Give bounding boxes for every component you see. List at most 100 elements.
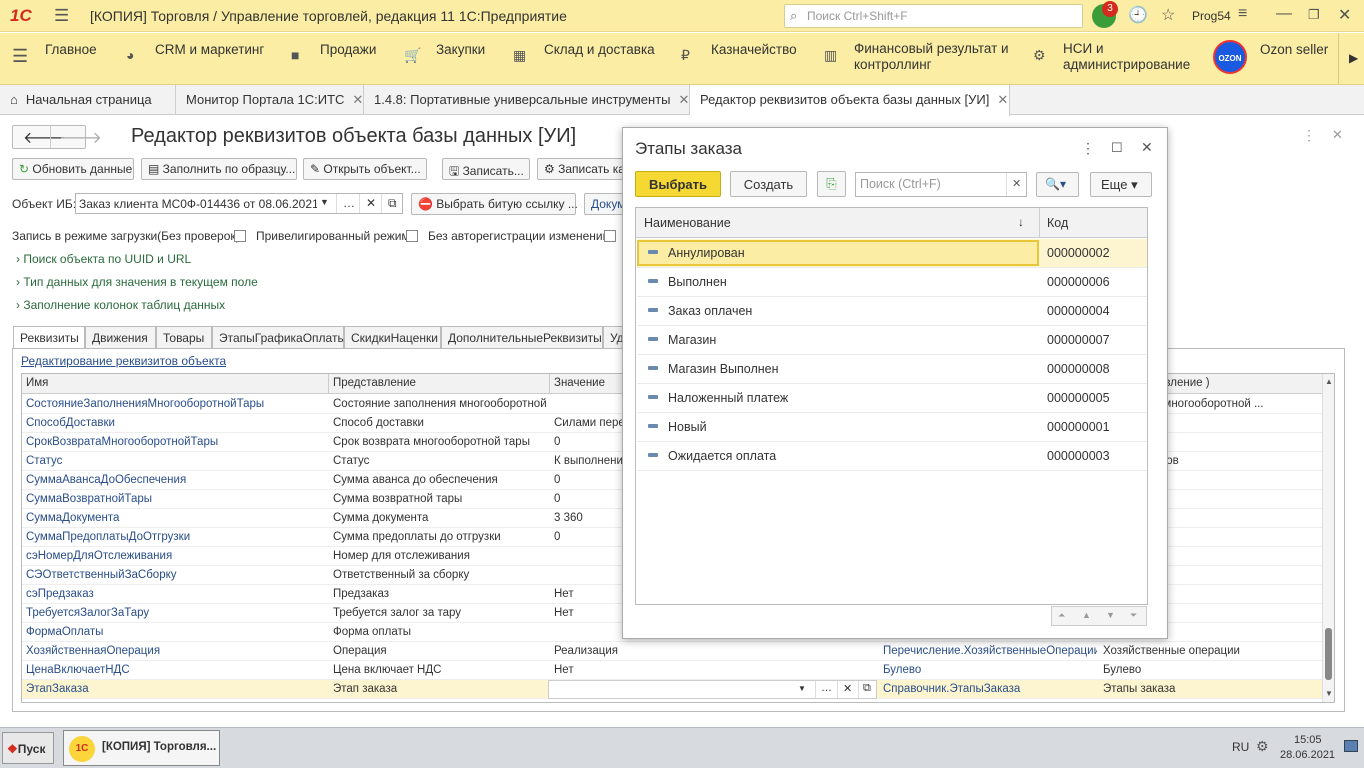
col-name[interactable]: Имя [26, 377, 48, 389]
subtab-discounts[interactable]: СкидкиНаценки [344, 326, 441, 348]
sort-down-icon[interactable]: ↓ [1018, 215, 1024, 229]
value-edit-field[interactable]: ▼ … ✕ ⧉ [548, 680, 877, 699]
close-tab-icon[interactable]: ✕ [997, 92, 1008, 107]
menu-item-sales[interactable]: Продажи [320, 42, 376, 58]
list-item[interactable]: Магазин Выполнен 000000008 [637, 355, 1147, 384]
list-item[interactable]: Магазин 000000007 [637, 326, 1147, 355]
expander-data-type[interactable]: › Тип данных для значения в текущем поле [16, 275, 258, 289]
settings-icon[interactable]: ≡ [1238, 5, 1247, 23]
scroll-up-icon[interactable]: ▲ [1325, 377, 1333, 386]
menu-item-ozon[interactable]: Ozon seller [1260, 42, 1328, 58]
clear-icon[interactable]: ✕ [837, 681, 857, 698]
table-row[interactable]: ХозяйственнаяОперация Операция Реализация П… [22, 642, 1322, 661]
minimize-icon[interactable]: — [1276, 5, 1292, 23]
copy-icon[interactable]: ⎘ [817, 171, 846, 197]
subtab-extra-attributes[interactable]: ДополнительныеРеквизиты [441, 326, 603, 348]
clear-icon[interactable]: ✕ [359, 194, 382, 213]
col-stage-code[interactable]: Код [1047, 216, 1068, 230]
col-representation[interactable]: Представление [333, 377, 416, 389]
close-icon[interactable]: ✕ [1338, 5, 1351, 25]
forward-arrow-icon[interactable]: 🡒 [59, 127, 102, 148]
col-stage-name[interactable]: Наименование [644, 216, 731, 230]
menu-item-nsi[interactable]: НСИ и администрирование [1063, 41, 1190, 73]
scroll-thumb[interactable] [1325, 628, 1332, 680]
table-row[interactable]: ЦенаВключаетНДС Цена включает НДС Нет Булев… [22, 661, 1322, 680]
stage-name: Магазин [668, 333, 717, 347]
fill-by-sample-button[interactable]: ▤ Заполнить по образцу... [141, 158, 297, 180]
create-button[interactable]: Создать [730, 171, 807, 197]
list-item[interactable]: Выполнен 000000006 [637, 268, 1147, 297]
subtab-more[interactable]: Уд [603, 326, 623, 348]
more-button[interactable]: Еще ▾ [1090, 172, 1152, 197]
menu-scroll-right-icon[interactable]: ▶ [1338, 33, 1364, 84]
down-icon[interactable]: ▼ [1106, 610, 1115, 620]
object-field[interactable]: Заказ клиента МС0Ф-014436 от 08.06.2021 … [75, 193, 403, 214]
tab-home[interactable]: ⌂ Начальная страница [0, 85, 176, 115]
select-button[interactable]: Выбрать [635, 171, 721, 197]
language-indicator[interactable]: RU [1232, 740, 1249, 754]
broken-link-button[interactable]: ⛔ Выбрать битую ссылку ... [411, 193, 578, 215]
subtab-goods[interactable]: Товары [156, 326, 212, 348]
table-scrollbar[interactable]: ▲ ▼ [1322, 374, 1334, 702]
no-autoreg-checkbox[interactable] [604, 230, 616, 242]
write-as-button[interactable]: ⚙ Записать ка [537, 158, 627, 180]
dropdown-icon[interactable]: ▼ [798, 684, 806, 693]
dialog-maximize-icon[interactable]: ☐ [1111, 140, 1123, 156]
dialog-more-icon[interactable]: ⋮ [1081, 140, 1095, 157]
history-icon[interactable]: 🕘 [1128, 5, 1148, 25]
tab-attribute-editor[interactable]: Редактор реквизитов объекта базы данных … [690, 85, 1010, 116]
refresh-button[interactable]: ↻ Обновить данные [12, 158, 134, 180]
dialog-search-input[interactable]: Поиск (Ctrl+F) ✕ [855, 172, 1027, 197]
show-desktop-icon[interactable] [1344, 740, 1358, 752]
restore-icon[interactable]: ❐ [1308, 7, 1320, 23]
privileged-checkbox[interactable] [406, 230, 418, 242]
expander-uuid-search[interactable]: › Поиск объекта по UUID и URL [16, 252, 191, 266]
write-button[interactable]: 🖫 Записать... [442, 158, 530, 180]
select-icon[interactable]: … [815, 681, 837, 698]
first-icon[interactable]: ⏶ [1058, 610, 1065, 621]
subtab-movements[interactable]: Движения [85, 326, 156, 348]
list-item[interactable]: Новый 000000001 [637, 413, 1147, 442]
menu-item-main[interactable]: Главное [45, 42, 97, 58]
subtab-attributes[interactable]: Реквизиты [13, 326, 85, 349]
menu-item-finance[interactable]: Финансовый результат и контроллинг [854, 41, 1009, 73]
menu-item-warehouse[interactable]: Склад и доставка [544, 42, 655, 58]
list-item[interactable]: Заказ оплачен 000000004 [637, 297, 1147, 326]
close-tab-icon[interactable]: ✕ [679, 92, 690, 107]
search-options-icon[interactable]: 🔍▾ [1036, 172, 1079, 197]
edit-attributes-link[interactable]: Редактирование реквизитов объекта [21, 354, 226, 368]
open-object-button[interactable]: ✎ Открыть объект... [303, 158, 427, 180]
close-tab-icon[interactable]: ✕ [352, 92, 363, 107]
form-close-icon[interactable]: ✕ [1332, 127, 1343, 143]
clear-search-icon[interactable]: ✕ [1006, 173, 1026, 196]
list-item[interactable]: Аннулирован 000000002 [637, 239, 1147, 268]
user-name[interactable]: Prog54 [1192, 9, 1231, 23]
global-search-input[interactable]: ⌕ Поиск Ctrl+Shift+F [784, 4, 1083, 28]
tab-its-monitor[interactable]: Монитор Портала 1С:ИТС ✕ [176, 85, 364, 115]
load-mode-checkbox[interactable] [234, 230, 246, 242]
up-icon[interactable]: ▲ [1082, 610, 1091, 620]
main-menu-icon[interactable]: ☰ [54, 6, 69, 26]
dialog-close-icon[interactable]: ✕ [1141, 139, 1153, 156]
menu-item-crm[interactable]: CRM и маркетинг [155, 42, 264, 58]
subtab-payment-schedule[interactable]: ЭтапыГрафикаОплаты [212, 326, 346, 348]
taskbar-app-1c[interactable]: 1С [КОПИЯ] Торговля... [63, 730, 220, 766]
favorites-icon[interactable]: ☆ [1161, 5, 1175, 25]
start-button[interactable]: ❖Пуск [2, 732, 54, 764]
menu-item-purchases[interactable]: Закупки [436, 42, 485, 58]
open-link-icon[interactable]: ⧉ [381, 194, 403, 213]
select-icon[interactable]: … [336, 194, 361, 213]
document-button[interactable]: Докум [584, 193, 624, 215]
list-item[interactable]: Ожидается оплата 000000003 [637, 442, 1147, 471]
list-item[interactable]: Наложенный платеж 000000005 [637, 384, 1147, 413]
open-link-icon[interactable]: ⧉ [858, 681, 875, 698]
expander-fill-columns[interactable]: › Заполнение колонок таблиц данных [16, 298, 225, 312]
network-icon[interactable]: ⚙ [1256, 738, 1269, 755]
scroll-down-icon[interactable]: ▼ [1325, 689, 1333, 698]
tab-portable-tools[interactable]: 1.4.8: Портативные универсальные инструм… [364, 85, 690, 115]
dropdown-icon[interactable]: ▼ [320, 197, 329, 207]
menu-item-treasury[interactable]: Казначейство [711, 42, 797, 58]
col-value[interactable]: Значение [554, 377, 605, 389]
last-icon[interactable]: ⏷ [1130, 610, 1137, 621]
form-more-icon[interactable]: ⋮ [1302, 127, 1316, 144]
